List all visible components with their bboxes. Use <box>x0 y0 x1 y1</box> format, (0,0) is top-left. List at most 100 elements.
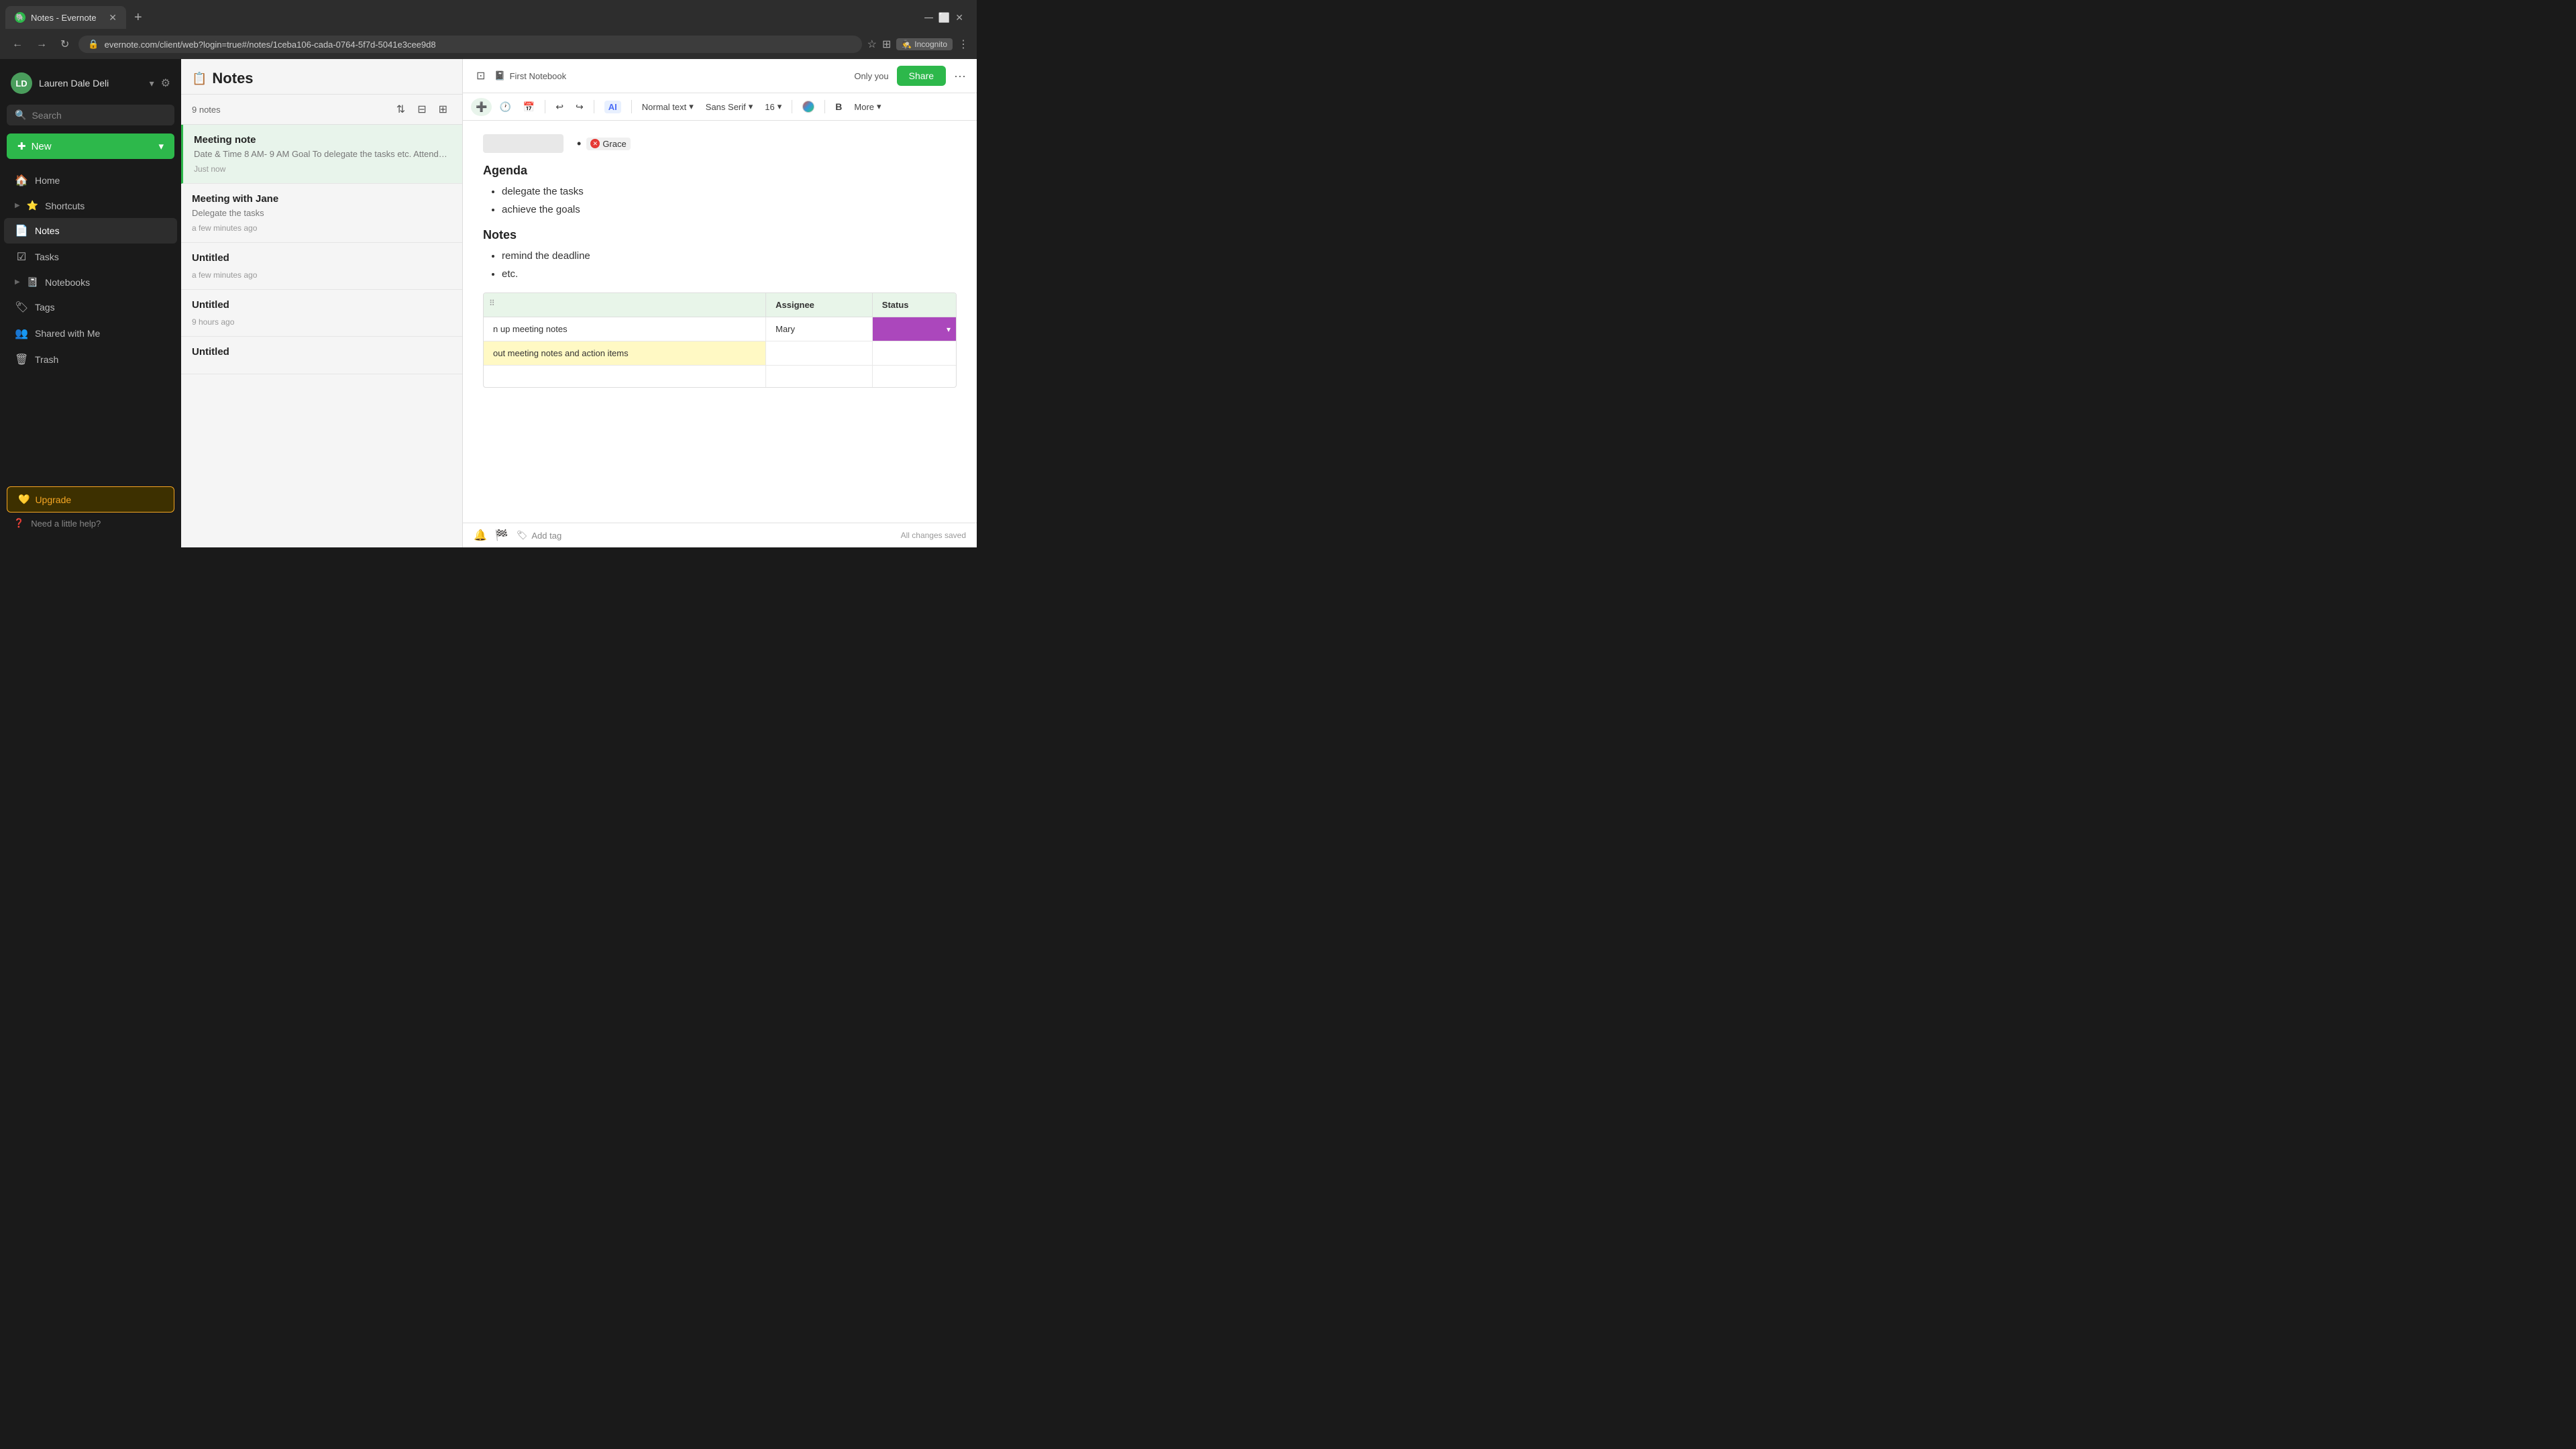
reload-button[interactable]: ↻ <box>56 35 73 54</box>
extension-icon[interactable]: ⊞ <box>882 38 891 51</box>
table-drag-handle[interactable]: ⠿ <box>489 299 495 308</box>
search-bar[interactable]: 🔍 Search <box>7 105 174 125</box>
reminder-footer-icon[interactable]: 🔔 <box>474 529 487 542</box>
new-tab-button[interactable]: + <box>129 10 148 25</box>
task-cell-highlighted[interactable]: out meeting notes and action items <box>484 341 766 366</box>
note-time: a few minutes ago <box>192 223 451 233</box>
menu-icon[interactable]: ⋮ <box>958 38 969 51</box>
empty-cell[interactable] <box>872 366 956 387</box>
remove-attendee-icon[interactable]: ✕ <box>590 139 600 148</box>
empty-cell[interactable] <box>766 366 873 387</box>
list-item: achieve the goals <box>502 203 957 218</box>
note-item[interactable]: Untitled a few minutes ago <box>181 243 462 290</box>
status-dropdown-icon[interactable]: ▾ <box>947 325 951 334</box>
list-item: etc. <box>502 267 957 282</box>
upgrade-button[interactable]: 💛 Upgrade <box>7 486 174 513</box>
ai-button[interactable]: AI <box>600 98 626 115</box>
text-style-select[interactable]: Normal text ▾ <box>637 98 698 115</box>
close-button[interactable]: ✕ <box>955 12 963 23</box>
address-bar[interactable]: 🔒 evernote.com/client/web?login=true#/no… <box>78 36 861 53</box>
note-title: Untitled <box>192 299 451 311</box>
notes-panel-title: Notes <box>212 70 253 87</box>
note-preview: Delegate the tasks <box>192 207 451 219</box>
note-item[interactable]: Untitled <box>181 337 462 374</box>
editor-content[interactable]: • ✕ Grace Agenda delegate the tasks achi… <box>463 121 977 523</box>
bullet-point: • ✕ Grace <box>577 137 631 151</box>
reminder-button[interactable]: 🕐 <box>494 98 515 116</box>
user-name: Lauren Dale Deli <box>39 78 143 89</box>
restore-button[interactable]: ⬜ <box>938 12 950 23</box>
task-cell[interactable]: n up meeting notes <box>484 317 766 341</box>
sidebar-item-label: Shortcuts <box>45 201 85 211</box>
sidebar-item-notebooks[interactable]: ▶ 📓 Notebooks <box>4 270 177 294</box>
add-content-button[interactable]: ➕ <box>471 98 492 116</box>
topbar-right: Only you Share ··· <box>854 66 966 86</box>
table-header-assignee: Assignee <box>766 293 873 317</box>
bookmark-icon[interactable]: ☆ <box>867 38 877 51</box>
search-label: Search <box>32 110 61 121</box>
more-options-button[interactable]: ··· <box>954 69 966 83</box>
back-button[interactable]: ← <box>8 36 27 53</box>
sort-button[interactable]: ⇅ <box>392 100 409 119</box>
empty-cell[interactable] <box>484 366 766 387</box>
task-footer-icon[interactable]: 🏁 <box>495 529 508 542</box>
calendar-button[interactable]: 📅 <box>519 98 539 116</box>
share-button[interactable]: Share <box>897 66 946 86</box>
active-tab[interactable]: 🐘 Notes - Evernote ✕ <box>5 6 126 29</box>
sidebar-item-trash[interactable]: 🗑 Trash <box>4 347 177 372</box>
chevron-icon: ▾ <box>749 101 753 112</box>
status-cell[interactable]: ▾ <box>872 317 956 341</box>
tab-favicon: 🐘 <box>15 12 25 23</box>
bold-button[interactable]: B <box>830 98 847 115</box>
sidebar-nav: 🏠 Home ▶ ⭐ Shortcuts 📄 Notes ☑ Tasks <box>0 167 181 481</box>
notes-list-editor: remind the deadline etc. <box>483 249 957 282</box>
filter-button[interactable]: ⊟ <box>413 100 430 119</box>
status-cell[interactable] <box>872 341 956 366</box>
note-item[interactable]: Meeting with Jane Delegate the tasks a f… <box>181 184 462 243</box>
sidebar-item-notes[interactable]: 📄 Notes <box>4 218 177 244</box>
settings-gear-icon[interactable]: ⚙ <box>161 76 170 90</box>
list-item: remind the deadline <box>502 249 957 264</box>
editor-footer: 🔔 🏁 🏷 Add tag All changes saved <box>463 523 977 547</box>
collapse-panel-button[interactable]: ⊡ <box>474 66 488 85</box>
nav-icons: ☆ ⊞ 🕵 Incognito ⋮ <box>867 38 969 51</box>
sidebar-item-home[interactable]: 🏠 Home <box>4 168 177 193</box>
note-item[interactable]: Meeting note Date & Time 8 AM- 9 AM Goal… <box>181 125 462 184</box>
help-icon: ❓ <box>13 518 24 529</box>
add-tag-area[interactable]: 🏷 Add tag <box>517 530 561 541</box>
sidebar-item-label: Home <box>35 175 60 186</box>
sidebar-item-shortcuts[interactable]: ▶ ⭐ Shortcuts <box>4 194 177 217</box>
sidebar-item-tags[interactable]: 🏷 Tags <box>4 294 177 320</box>
search-icon: 🔍 <box>15 109 26 121</box>
separator <box>824 100 825 113</box>
attendee-name: Grace <box>602 139 626 149</box>
new-button[interactable]: ✚ New ▾ <box>7 133 174 159</box>
sidebar-item-tasks[interactable]: ☑ Tasks <box>4 244 177 270</box>
minimize-button[interactable]: ─ <box>924 11 933 25</box>
color-picker-button[interactable] <box>798 97 819 116</box>
help-item[interactable]: ❓ Need a little help? <box>7 513 174 534</box>
assignee-cell[interactable] <box>766 341 873 366</box>
notebook-name[interactable]: First Notebook <box>510 71 567 81</box>
chevron-icon: ▾ <box>877 101 881 112</box>
redo-button[interactable]: ↪ <box>571 98 588 116</box>
upgrade-icon: 💛 <box>18 494 30 505</box>
forward-button[interactable]: → <box>32 36 51 53</box>
chevron-icon: ▾ <box>689 101 694 112</box>
font-size-select[interactable]: 16 ▾ <box>760 98 786 115</box>
user-profile[interactable]: LD Lauren Dale Deli ▾ ⚙ <box>0 67 181 102</box>
note-item[interactable]: Untitled 9 hours ago <box>181 290 462 337</box>
font-family-select[interactable]: Sans Serif ▾ <box>701 98 758 115</box>
agenda-heading: Agenda <box>483 164 957 178</box>
notes-list: Meeting note Date & Time 8 AM- 9 AM Goal… <box>181 125 462 547</box>
app-layout: LD Lauren Dale Deli ▾ ⚙ 🔍 Search ✚ New ▾… <box>0 59 977 547</box>
assignee-cell[interactable]: Mary <box>766 317 873 341</box>
sidebar-item-shared[interactable]: 👥 Shared with Me <box>4 321 177 346</box>
table-row: out meeting notes and action items <box>484 341 956 366</box>
view-toggle-button[interactable]: ⊞ <box>435 100 451 119</box>
more-options-select[interactable]: More ▾ <box>849 98 885 115</box>
attendees-row: • ✕ Grace <box>483 134 957 153</box>
undo-button[interactable]: ↩ <box>551 98 568 116</box>
sidebar-bottom: 💛 Upgrade ❓ Need a little help? <box>0 481 181 539</box>
tab-close-button[interactable]: ✕ <box>109 12 117 23</box>
